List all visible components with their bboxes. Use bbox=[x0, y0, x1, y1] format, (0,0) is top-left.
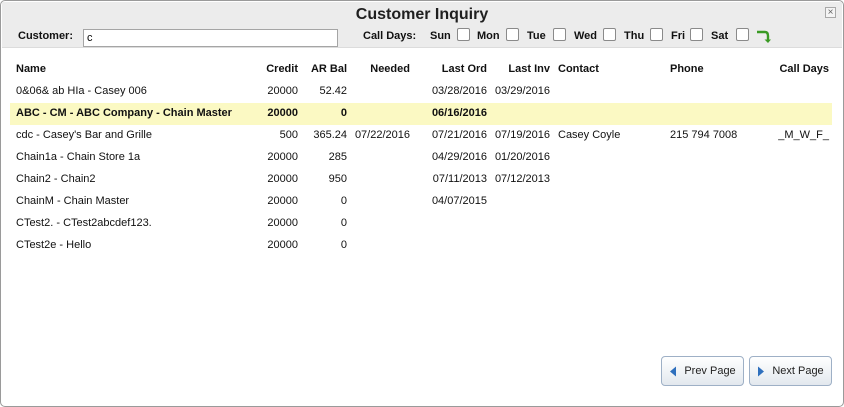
triangle-right-icon bbox=[758, 366, 765, 376]
column-header-ar-bal[interactable]: AR Bal bbox=[301, 63, 347, 75]
table-row[interactable]: CTest2. - CTest2abcdef123. 20000 0 bbox=[10, 213, 832, 235]
day-label-thu: Thu bbox=[624, 30, 645, 42]
table-row[interactable]: ABC - CM - ABC Company - Chain Master 200… bbox=[10, 103, 832, 125]
cell-last-ord: 04/07/2015 bbox=[431, 195, 487, 207]
cell-last-ord: 07/11/2013 bbox=[432, 173, 487, 185]
cell-last-ord: 07/21/2016 bbox=[431, 129, 487, 141]
cell-ar-bal: 0 bbox=[340, 217, 347, 229]
cell-name: Chain1a - Chain Store 1a bbox=[16, 151, 141, 163]
call-days-label: Call Days: bbox=[363, 30, 417, 42]
table-row[interactable]: Chain2 - Chain2 20000 950 07/11/2013 07/12/2… bbox=[10, 169, 832, 191]
cell-ar-bal: 365.24 bbox=[313, 129, 347, 141]
cell-name: Chain2 - Chain2 bbox=[16, 173, 96, 185]
close-icon[interactable]: × bbox=[825, 7, 836, 18]
table-row[interactable]: ChainM - Chain Master 20000 0 04/07/2015 bbox=[10, 191, 832, 213]
column-header-name[interactable]: Name bbox=[16, 63, 46, 75]
cell-last-ord: 03/28/2016 bbox=[431, 85, 487, 97]
column-header-phone[interactable]: Phone bbox=[670, 63, 704, 75]
cell-last-ord: 04/29/2016 bbox=[431, 151, 487, 163]
customer-label: Customer: bbox=[18, 30, 74, 42]
cell-credit: 20000 bbox=[267, 107, 298, 119]
prev-page-button[interactable]: Prev Page bbox=[661, 356, 744, 386]
cell-credit: 500 bbox=[279, 129, 298, 141]
cell-name: ABC - CM - ABC Company - Chain Master bbox=[16, 107, 232, 119]
day-label-wed: Wed bbox=[574, 30, 598, 42]
dialog-header: Customer Inquiry × Customer: Call Days: … bbox=[2, 2, 842, 48]
cell-credit: 20000 bbox=[267, 195, 298, 207]
checkbox-sat[interactable] bbox=[736, 28, 749, 41]
cell-name: cdc - Casey's Bar and Grille bbox=[16, 129, 152, 141]
table-row[interactable]: Chain1a - Chain Store 1a 20000 285 04/29/20… bbox=[10, 147, 832, 169]
cell-ar-bal: 285 bbox=[328, 151, 347, 163]
next-page-label: Next Page bbox=[772, 365, 824, 377]
day-label-fri: Fri bbox=[671, 30, 686, 42]
table-row[interactable]: 0&06& ab HIa - Casey 006 20000 52.42 03/28/… bbox=[10, 81, 832, 103]
triangle-left-icon bbox=[670, 366, 677, 376]
cell-credit: 20000 bbox=[267, 217, 298, 229]
column-header-contact[interactable]: Contact bbox=[558, 63, 599, 75]
customer-table-body: 0&06& ab HIa - Casey 006 20000 52.42 03/28/… bbox=[10, 81, 832, 257]
day-label-tue: Tue bbox=[527, 30, 546, 42]
day-label-mon: Mon bbox=[477, 30, 500, 42]
cell-last-inv: 03/29/2016 bbox=[494, 85, 550, 97]
cell-credit: 20000 bbox=[267, 151, 298, 163]
table-row[interactable]: cdc - Casey's Bar and Grille 500 365.24 07/… bbox=[10, 125, 832, 147]
cell-needed: 07/22/2016 bbox=[354, 129, 410, 141]
cell-last-inv: 01/20/2016 bbox=[494, 151, 550, 163]
checkbox-wed[interactable] bbox=[603, 28, 616, 41]
cell-ar-bal: 0 bbox=[340, 239, 347, 251]
column-header-call-days[interactable]: Call Days bbox=[761, 63, 829, 75]
cell-name: CTest2. - CTest2abcdef123. bbox=[16, 217, 152, 229]
cell-name: CTest2e - Hello bbox=[16, 239, 92, 251]
prev-page-label: Prev Page bbox=[684, 365, 736, 377]
cell-call-days: _M_W_F_ bbox=[778, 129, 829, 141]
cell-ar-bal: 52.42 bbox=[319, 85, 347, 97]
checkbox-fri[interactable] bbox=[690, 28, 703, 41]
table-row[interactable]: CTest2e - Hello 20000 0 bbox=[10, 235, 832, 257]
checkbox-mon[interactable] bbox=[506, 28, 519, 41]
cell-name: ChainM - Chain Master bbox=[16, 195, 130, 207]
column-header-needed[interactable]: Needed bbox=[351, 63, 410, 75]
cell-credit: 20000 bbox=[267, 239, 298, 251]
day-label-sun: Sun bbox=[430, 30, 451, 42]
cell-ar-bal: 950 bbox=[328, 173, 347, 185]
cell-last-inv: 07/12/2013 bbox=[494, 173, 550, 185]
green-return-arrow-icon[interactable] bbox=[755, 30, 771, 44]
cell-credit: 20000 bbox=[267, 85, 298, 97]
cell-contact: Casey Coyle bbox=[558, 129, 621, 141]
cell-ar-bal: 0 bbox=[340, 195, 347, 207]
dialog-title: Customer Inquiry bbox=[355, 6, 489, 23]
column-header-last-inv[interactable]: Last Inv bbox=[491, 63, 550, 75]
checkbox-thu[interactable] bbox=[650, 28, 663, 41]
customer-search-input[interactable] bbox=[83, 29, 338, 47]
cell-phone: 215 794 7008 bbox=[670, 129, 738, 141]
customer-inquiry-dialog: Customer Inquiry × Customer: Call Days: … bbox=[0, 0, 844, 407]
cell-name: 0&06& ab HIa - Casey 006 bbox=[16, 85, 147, 97]
cell-credit: 20000 bbox=[267, 173, 298, 185]
cell-last-ord: 06/16/2016 bbox=[431, 107, 487, 119]
cell-ar-bal: 0 bbox=[340, 107, 347, 119]
checkbox-sun[interactable] bbox=[457, 28, 470, 41]
next-page-button[interactable]: Next Page bbox=[749, 356, 832, 386]
column-header-last-ord[interactable]: Last Ord bbox=[421, 63, 487, 75]
column-header-credit[interactable]: Credit bbox=[241, 63, 298, 75]
cell-last-inv: 07/19/2016 bbox=[494, 129, 550, 141]
checkbox-tue[interactable] bbox=[553, 28, 566, 41]
day-label-sat: Sat bbox=[711, 30, 729, 42]
